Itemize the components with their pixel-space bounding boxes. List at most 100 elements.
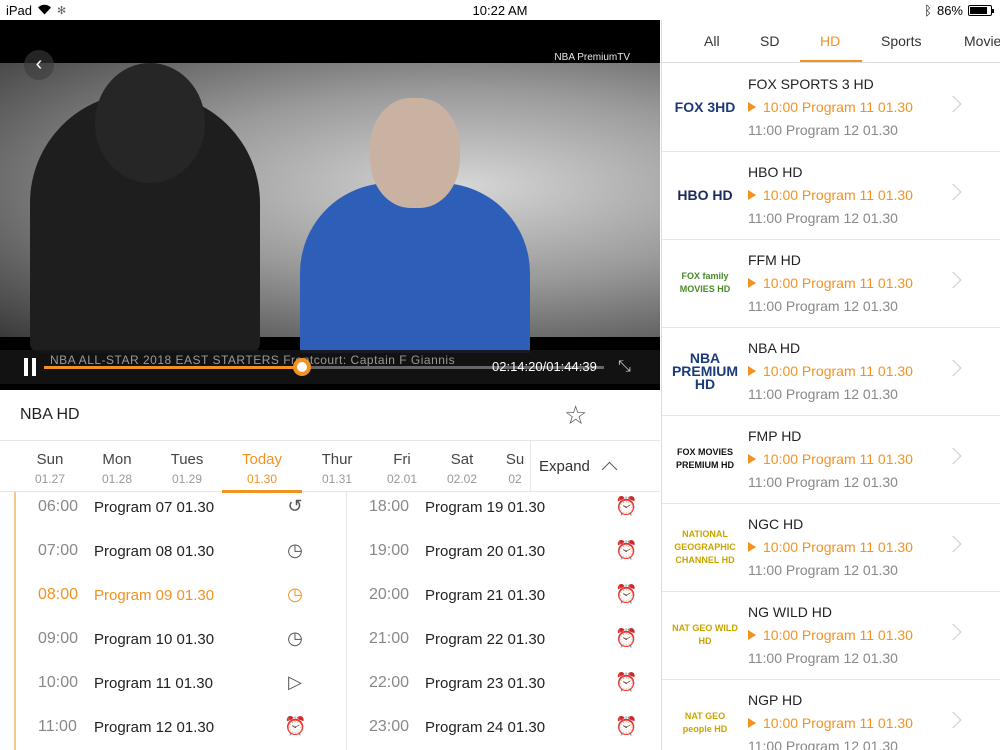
alarm-icon[interactable]: ⏰ (615, 716, 637, 737)
video-player[interactable]: ‹ NBA PremiumTV NBA ALL-STAR 2018 EAST S… (0, 20, 660, 390)
tab-movie[interactable]: Movie (964, 33, 1000, 49)
channel-item[interactable]: NATIONAL GEOGRAPHIC CHANNEL HD NGC HD 10:0… (662, 504, 1000, 592)
channel-item[interactable]: FOX family MOVIES HD FFM HD 10:00 Program … (662, 240, 1000, 328)
now-playing-text: 10:00 Program 11 01.30 (763, 539, 913, 555)
replay-icon[interactable]: ↺ (284, 496, 306, 517)
day-tab-tues[interactable]: Tues 01.29 (152, 451, 222, 486)
channel-now-playing: 10:00 Program 11 01.30 (748, 275, 913, 291)
program-title: Program 19 01.30 (425, 499, 546, 516)
channel-name: NG WILD HD (748, 604, 832, 620)
now-playing-text: 10:00 Program 11 01.30 (763, 627, 913, 643)
play-indicator-icon (748, 366, 756, 376)
channel-logo: FOX 3HD (674, 98, 736, 115)
schedule-row[interactable]: 19:00 Program 20 01.30 ⏰ (347, 536, 660, 580)
channel-logo: FOX family MOVIES HD (679, 271, 731, 294)
program-time: 11:00 (38, 718, 77, 735)
schedule-row[interactable]: 11:00 Program 12 01.30 ⏰ (16, 712, 344, 750)
channel-logo: NATIONAL GEOGRAPHIC CHANNEL HD (674, 528, 736, 565)
channel-now-playing: 10:00 Program 11 01.30 (748, 363, 913, 379)
channel-logo: NAT GEO WILD HD (672, 623, 738, 646)
program-title: Program 20 01.30 (425, 543, 546, 560)
program-time: 21:00 (369, 630, 410, 647)
history-icon[interactable]: ◷ (284, 540, 306, 561)
day-tab-mon[interactable]: Mon 01.28 (82, 451, 152, 486)
chevron-left-icon: ‹ (35, 53, 43, 75)
fullscreen-icon[interactable]: ⤡ (618, 358, 631, 376)
playback-controls: NBA ALL-STAR 2018 EAST STARTERS Frontcou… (0, 350, 660, 384)
day-name: Thur (321, 451, 353, 468)
channel-item[interactable]: FOX MOVIES PREMIUM HD FMP HD 10:00 Program… (662, 416, 1000, 504)
schedule-row[interactable]: 20:00 Program 21 01.30 ⏰ (347, 580, 660, 624)
channel-next-program: 11:00 Program 12 01.30 (748, 474, 898, 490)
alarm-icon[interactable]: ⏰ (284, 716, 306, 737)
day-tab-thur[interactable]: Thur 01.31 (302, 451, 372, 486)
history-icon[interactable]: ◷ (284, 584, 306, 605)
channel-item[interactable]: NAT GEO WILD HD NG WILD HD 10:00 Program 1… (662, 592, 1000, 680)
expand-label: Expand (539, 457, 590, 475)
schedule-row[interactable]: 07:00 Program 08 01.30 ◷ (16, 536, 344, 580)
tab-sports[interactable]: Sports (881, 33, 921, 49)
channel-next-program: 11:00 Program 12 01.30 (748, 386, 898, 402)
alarm-icon[interactable]: ⏰ (615, 672, 637, 693)
schedule-row[interactable]: 21:00 Program 22 01.30 ⏰ (347, 624, 660, 668)
alarm-icon[interactable]: ⏰ (615, 540, 637, 561)
channel-next-program: 11:00 Program 12 01.30 (748, 562, 898, 578)
program-title: Program 24 01.30 (425, 719, 546, 736)
tab-all[interactable]: All (704, 33, 720, 49)
chevron-right-icon (944, 447, 962, 465)
channel-next-program: 11:00 Program 12 01.30 (748, 738, 898, 750)
channel-title: NBA HD (20, 406, 80, 423)
video-frame (0, 63, 660, 353)
program-time: 18:00 (369, 498, 410, 515)
play-icon[interactable]: ▷ (284, 672, 306, 693)
program-time: 20:00 (369, 586, 410, 603)
schedule-row[interactable]: 18:00 Program 19 01.30 ⏰ (347, 492, 660, 536)
pause-button[interactable] (24, 358, 38, 376)
channel-list[interactable]: FOX 3HD FOX SPORTS 3 HD 10:00 Program 11 0… (662, 64, 1000, 750)
channel-logo: NBA PREMIUM HD (671, 349, 739, 392)
program-time: 07:00 (38, 542, 79, 559)
program-time: 10:00 (38, 674, 79, 691)
active-tab-indicator (800, 60, 862, 62)
play-indicator-icon (748, 630, 756, 640)
channel-item[interactable]: HBO HD HBO HD 10:00 Program 11 01.30 11:00 … (662, 152, 1000, 240)
favorite-star-icon[interactable]: ☆ (564, 402, 587, 428)
channel-panel: All SD HD Sports Movie FOX 3HD FOX SPORTS 3 H… (661, 20, 1000, 750)
channel-now-playing: 10:00 Program 11 01.30 (748, 715, 913, 731)
day-tab-sun[interactable]: Sun 01.27 (15, 451, 85, 486)
day-date: 01.31 (321, 472, 353, 486)
program-title: Program 09 01.30 (94, 587, 215, 604)
program-time: 19:00 (369, 542, 410, 559)
expand-button[interactable]: Expand (530, 441, 660, 491)
seek-handle[interactable] (292, 358, 311, 376)
play-indicator-icon (748, 102, 756, 112)
channel-item[interactable]: NBA PREMIUM HD NBA HD 10:00 Program 11 01.… (662, 328, 1000, 416)
schedule-row[interactable]: 23:00 Program 24 01.30 ⏰ (347, 712, 660, 750)
program-title: Program 10 01.30 (94, 631, 215, 648)
schedule-row[interactable]: 09:00 Program 10 01.30 ◷ (16, 624, 344, 668)
alarm-icon[interactable]: ⏰ (615, 496, 637, 517)
clock: 10:22 AM (472, 3, 528, 18)
program-title: Program 07 01.30 (94, 499, 215, 516)
history-icon[interactable]: ◷ (284, 628, 306, 649)
tab-hd[interactable]: HD (820, 33, 840, 49)
channel-logo: FOX MOVIES PREMIUM HD (676, 447, 734, 470)
seek-bar-fill (44, 366, 302, 369)
schedule-row[interactable]: 10:00 Program 11 01.30 ▷ (16, 668, 344, 712)
schedule-row[interactable]: 08:00 Program 09 01.30 ◷ (16, 580, 344, 624)
channel-name: NGP HD (748, 692, 803, 708)
alarm-icon[interactable]: ⏰ (615, 584, 637, 605)
channel-item[interactable]: FOX 3HD FOX SPORTS 3 HD 10:00 Program 11 0… (662, 64, 1000, 152)
tab-sd[interactable]: SD (760, 33, 779, 49)
schedule-row[interactable]: 22:00 Program 23 01.30 ⏰ (347, 668, 660, 712)
channel-item[interactable]: NAT GEO people HD NGP HD 10:00 Program 11 … (662, 680, 1000, 750)
channel-next-program: 11:00 Program 12 01.30 (748, 122, 898, 138)
alarm-icon[interactable]: ⏰ (615, 628, 637, 649)
back-button[interactable]: ‹ (24, 50, 54, 80)
day-tab-today[interactable]: Today 01.30 (227, 451, 297, 486)
channel-now-playing: 10:00 Program 11 01.30 (748, 627, 913, 643)
channel-next-program: 11:00 Program 12 01.30 (748, 650, 898, 666)
channel-name: HBO HD (748, 164, 803, 180)
schedule-row[interactable]: 06:00 Program 07 01.30 ↺ (16, 492, 344, 536)
now-playing-text: 10:00 Program 11 01.30 (763, 451, 913, 467)
